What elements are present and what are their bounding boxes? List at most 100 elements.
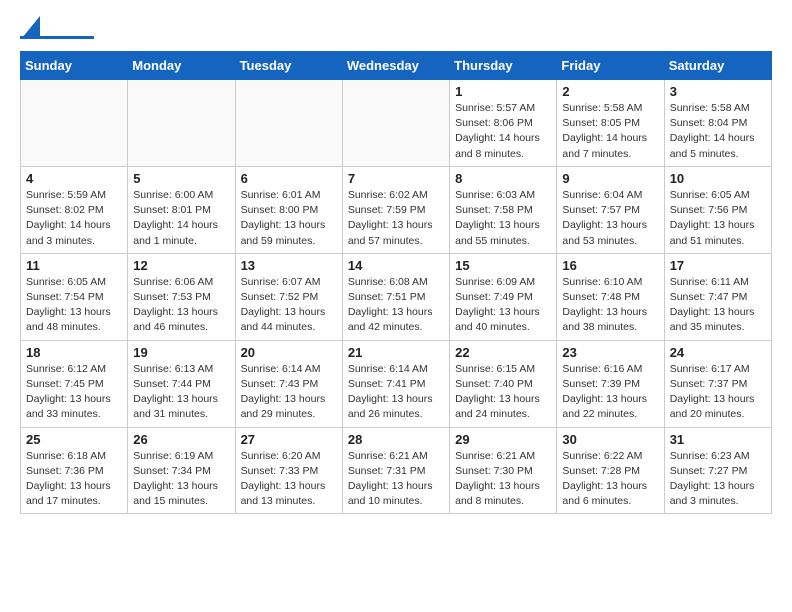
day-cell [21,80,128,167]
header-tuesday: Tuesday [235,52,342,80]
day-cell: 8 Sunrise: 6:03 AM Sunset: 7:58 PM Daylig… [450,166,557,253]
day-cell: 16 Sunrise: 6:10 AM Sunset: 7:48 PM Dayli… [557,253,664,340]
header-monday: Monday [128,52,235,80]
day-info: Sunrise: 6:00 AM Sunset: 8:01 PM Dayligh… [133,188,229,249]
day-cell: 1 Sunrise: 5:57 AM Sunset: 8:06 PM Daylig… [450,80,557,167]
day-cell: 12 Sunrise: 6:06 AM Sunset: 7:53 PM Dayli… [128,253,235,340]
day-number: 13 [241,258,337,273]
day-cell: 13 Sunrise: 6:07 AM Sunset: 7:52 PM Dayli… [235,253,342,340]
day-number: 21 [348,345,444,360]
day-number: 16 [562,258,658,273]
week-row-5: 25Sunrise: 6:18 AM Sunset: 7:36 PM Dayli… [21,427,772,514]
day-number: 10 [670,171,766,186]
week-row-2: 4Sunrise: 5:59 AM Sunset: 8:02 PM Daylig… [21,166,772,253]
day-info: Sunrise: 6:15 AM Sunset: 7:40 PM Dayligh… [455,362,551,423]
day-cell: 3Sunrise: 5:58 AM Sunset: 8:04 PM Daylig… [664,80,771,167]
day-number: 1 [455,84,551,99]
day-cell: 28 Sunrise: 6:21 AM Sunset: 7:31 PM Dayli… [342,427,449,514]
day-cell: 17Sunrise: 6:11 AM Sunset: 7:47 PM Dayli… [664,253,771,340]
day-number: 17 [670,258,766,273]
logo-triangle-icon [22,16,40,38]
day-number: 8 [455,171,551,186]
day-info: Sunrise: 6:16 AM Sunset: 7:39 PM Dayligh… [562,362,658,423]
day-cell: 25Sunrise: 6:18 AM Sunset: 7:36 PM Dayli… [21,427,128,514]
day-cell: 19Sunrise: 6:13 AM Sunset: 7:44 PM Dayli… [128,340,235,427]
day-cell [342,80,449,167]
header-row: SundayMondayTuesdayWednesdayThursdayFrid… [21,52,772,80]
day-cell: 9 Sunrise: 6:04 AM Sunset: 7:57 PM Daylig… [557,166,664,253]
day-number: 5 [133,171,229,186]
day-cell [128,80,235,167]
day-info: Sunrise: 6:04 AM Sunset: 7:57 PM Dayligh… [562,188,658,249]
day-number: 27 [241,432,337,447]
day-number: 4 [26,171,122,186]
day-info: Sunrise: 6:10 AM Sunset: 7:48 PM Dayligh… [562,275,658,336]
day-cell: 31Sunrise: 6:23 AM Sunset: 7:27 PM Dayli… [664,427,771,514]
header-sunday: Sunday [21,52,128,80]
day-number: 2 [562,84,658,99]
day-cell: 4Sunrise: 5:59 AM Sunset: 8:02 PM Daylig… [21,166,128,253]
day-cell: 26 Sunrise: 6:19 AM Sunset: 7:34 PM Dayli… [128,427,235,514]
day-info: Sunrise: 6:03 AM Sunset: 7:58 PM Dayligh… [455,188,551,249]
day-number: 6 [241,171,337,186]
header [20,16,772,39]
day-number: 24 [670,345,766,360]
week-row-1: 1 Sunrise: 5:57 AM Sunset: 8:06 PM Daylig… [21,80,772,167]
day-cell: 15Sunrise: 6:09 AM Sunset: 7:49 PM Dayli… [450,253,557,340]
day-cell: 29 Sunrise: 6:21 AM Sunset: 7:30 PM Dayli… [450,427,557,514]
day-cell: 22Sunrise: 6:15 AM Sunset: 7:40 PM Dayli… [450,340,557,427]
day-cell: 11 Sunrise: 6:05 AM Sunset: 7:54 PM Dayli… [21,253,128,340]
page: SundayMondayTuesdayWednesdayThursdayFrid… [0,0,792,530]
day-number: 29 [455,432,551,447]
week-row-4: 18 Sunrise: 6:12 AM Sunset: 7:45 PM Dayli… [21,340,772,427]
week-row-3: 11 Sunrise: 6:05 AM Sunset: 7:54 PM Dayli… [21,253,772,340]
day-info: Sunrise: 6:07 AM Sunset: 7:52 PM Dayligh… [241,275,337,336]
day-info: Sunrise: 6:12 AM Sunset: 7:45 PM Dayligh… [26,362,122,423]
day-cell [235,80,342,167]
day-info: Sunrise: 6:05 AM Sunset: 7:54 PM Dayligh… [26,275,122,336]
day-number: 25 [26,432,122,447]
header-thursday: Thursday [450,52,557,80]
day-number: 12 [133,258,229,273]
day-number: 3 [670,84,766,99]
day-cell: 27 Sunrise: 6:20 AM Sunset: 7:33 PM Dayli… [235,427,342,514]
day-info: Sunrise: 6:05 AM Sunset: 7:56 PM Dayligh… [670,188,766,249]
day-info: Sunrise: 6:21 AM Sunset: 7:30 PM Dayligh… [455,449,551,510]
calendar-table: SundayMondayTuesdayWednesdayThursdayFrid… [20,51,772,514]
day-cell: 6Sunrise: 6:01 AM Sunset: 8:00 PM Daylig… [235,166,342,253]
day-number: 7 [348,171,444,186]
day-info: Sunrise: 6:14 AM Sunset: 7:41 PM Dayligh… [348,362,444,423]
day-cell: 5 Sunrise: 6:00 AM Sunset: 8:01 PM Daylig… [128,166,235,253]
day-number: 18 [26,345,122,360]
day-number: 20 [241,345,337,360]
day-info: Sunrise: 6:20 AM Sunset: 7:33 PM Dayligh… [241,449,337,510]
day-cell: 30Sunrise: 6:22 AM Sunset: 7:28 PM Dayli… [557,427,664,514]
day-cell: 7Sunrise: 6:02 AM Sunset: 7:59 PM Daylig… [342,166,449,253]
day-info: Sunrise: 6:09 AM Sunset: 7:49 PM Dayligh… [455,275,551,336]
day-number: 9 [562,171,658,186]
day-info: Sunrise: 6:08 AM Sunset: 7:51 PM Dayligh… [348,275,444,336]
day-info: Sunrise: 6:19 AM Sunset: 7:34 PM Dayligh… [133,449,229,510]
day-number: 30 [562,432,658,447]
day-info: Sunrise: 6:14 AM Sunset: 7:43 PM Dayligh… [241,362,337,423]
calendar-body: 1 Sunrise: 5:57 AM Sunset: 8:06 PM Daylig… [21,80,772,514]
logo [20,16,94,39]
calendar-header: SundayMondayTuesdayWednesdayThursdayFrid… [21,52,772,80]
day-number: 23 [562,345,658,360]
day-cell: 24 Sunrise: 6:17 AM Sunset: 7:37 PM Dayli… [664,340,771,427]
day-info: Sunrise: 6:06 AM Sunset: 7:53 PM Dayligh… [133,275,229,336]
day-info: Sunrise: 6:17 AM Sunset: 7:37 PM Dayligh… [670,362,766,423]
day-info: Sunrise: 6:21 AM Sunset: 7:31 PM Dayligh… [348,449,444,510]
day-info: Sunrise: 5:58 AM Sunset: 8:05 PM Dayligh… [562,101,658,162]
day-number: 19 [133,345,229,360]
header-friday: Friday [557,52,664,80]
day-cell: 10 Sunrise: 6:05 AM Sunset: 7:56 PM Dayli… [664,166,771,253]
day-number: 31 [670,432,766,447]
logo-underline [20,36,94,39]
day-cell: 21 Sunrise: 6:14 AM Sunset: 7:41 PM Dayli… [342,340,449,427]
day-info: Sunrise: 5:57 AM Sunset: 8:06 PM Dayligh… [455,101,551,162]
day-number: 26 [133,432,229,447]
day-number: 28 [348,432,444,447]
day-cell: 14Sunrise: 6:08 AM Sunset: 7:51 PM Dayli… [342,253,449,340]
day-number: 11 [26,258,122,273]
